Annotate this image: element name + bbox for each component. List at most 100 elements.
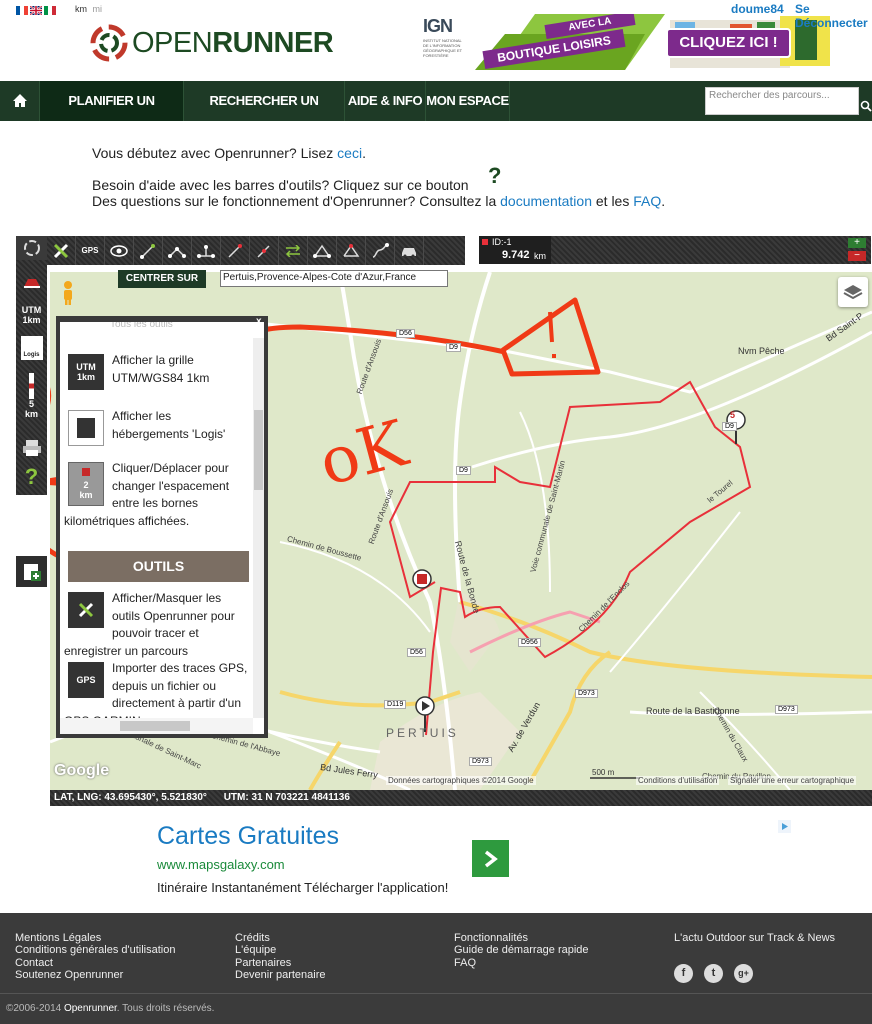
- footer-link-contact[interactable]: Contact: [15, 957, 175, 969]
- unit-km[interactable]: km: [75, 4, 87, 14]
- logis-icon: Logis: [20, 336, 43, 360]
- faq-link[interactable]: FAQ: [633, 193, 661, 209]
- report-error-link[interactable]: Signaler une erreur cartographique: [728, 776, 857, 785]
- utm-readout: UTM: 31 N 703221 4841136: [223, 792, 350, 803]
- scale-label: 500 m: [592, 768, 615, 777]
- road-badge-d956: D956: [518, 638, 541, 647]
- help-panel-content: Tous les outils UTM 1km Afficher la grill…: [60, 322, 264, 734]
- username-link[interactable]: doume84: [731, 2, 784, 16]
- footer-col-1: Mentions Légales Conditions générales d'…: [15, 932, 175, 981]
- side-help-button[interactable]: ?: [16, 464, 47, 490]
- center-location-input[interactable]: Pertuis,Provence-Alpes-Cote d'Azur,Franc…: [220, 270, 448, 287]
- toolbar-toggle[interactable]: [16, 236, 47, 260]
- boutique-banner[interactable]: AVEC LA BOUTIQUE LOISIRS CLIQUEZ ICI !: [475, 14, 835, 70]
- collapse-button[interactable]: −: [848, 251, 866, 261]
- move-point-icon[interactable]: [192, 236, 221, 265]
- flag-en-icon[interactable]: [30, 6, 42, 15]
- tools-section-header: OUTILS: [68, 551, 249, 582]
- ad-title[interactable]: Cartes Gratuites: [157, 822, 339, 851]
- ceci-link[interactable]: ceci: [337, 145, 362, 161]
- documentation-link[interactable]: documentation: [500, 193, 592, 209]
- unit-switch[interactable]: km mi: [75, 4, 102, 14]
- place-label-peche: Nvm Pêche: [738, 346, 785, 356]
- remove-last-icon[interactable]: [250, 236, 279, 265]
- search-icon[interactable]: [860, 100, 872, 112]
- insert-point-icon[interactable]: [163, 236, 192, 265]
- tools-toggle-button[interactable]: [47, 236, 76, 265]
- intro-line-3: Des questions sur le fonctionnement d'Op…: [92, 193, 666, 209]
- loop-route-icon[interactable]: [308, 236, 337, 265]
- nav-home[interactable]: [0, 81, 40, 121]
- footer-divider: [0, 993, 872, 994]
- nav-my-space[interactable]: MON ESPACE: [426, 81, 510, 121]
- gps-import-button[interactable]: GPS: [76, 236, 105, 265]
- layers-button[interactable]: [838, 277, 868, 307]
- footer-link-faq[interactable]: FAQ: [454, 957, 589, 969]
- openrunner-tools-icon: [23, 240, 40, 256]
- unit-mi[interactable]: mi: [93, 4, 103, 14]
- gps-icon: GPS: [68, 662, 104, 698]
- car-icon[interactable]: [395, 236, 424, 265]
- add-point-icon[interactable]: [134, 236, 163, 265]
- footer-link-team[interactable]: L'équipe: [235, 944, 326, 956]
- twitter-icon[interactable]: t: [704, 964, 723, 983]
- reverse-route-icon[interactable]: [279, 236, 308, 265]
- nav-plan-route[interactable]: PLANIFIER UN PARCOURS: [40, 81, 184, 148]
- footer-link-legal[interactable]: Mentions Légales: [15, 932, 175, 944]
- flag-fr-icon[interactable]: [16, 6, 28, 15]
- footer-link-become-partner[interactable]: Devenir partenaire: [235, 969, 326, 981]
- logis-button[interactable]: Logis: [16, 334, 47, 362]
- follow-road-icon[interactable]: [366, 236, 395, 265]
- utm-icon: UTM 1km: [68, 354, 104, 390]
- flag-it-icon[interactable]: [44, 6, 56, 15]
- road-badge-d973a: D973: [575, 689, 598, 698]
- printer-icon: [22, 440, 41, 456]
- help-question-button[interactable]: ?: [488, 163, 501, 189]
- center-on-button[interactable]: CENTRER SUR: [118, 270, 206, 288]
- banner-cta-button[interactable]: CLIQUEZ ICI !: [666, 28, 791, 58]
- nav-search-route[interactable]: RECHERCHER UN PARCOURS: [184, 81, 345, 148]
- road-badge-d56b: D56: [407, 648, 426, 657]
- utm-grid-button[interactable]: UTM 1km: [16, 302, 47, 328]
- route-distance-unit: km: [534, 251, 546, 261]
- help-horizontal-scrollbar[interactable]: [60, 718, 253, 734]
- terms-link[interactable]: Conditions d'utilisation: [636, 776, 720, 785]
- help-item-logis: Afficher les hébergements 'Logis': [64, 408, 250, 446]
- footer-link-credits[interactable]: Crédits: [235, 932, 326, 944]
- km-marker-button[interactable]: 5 km: [16, 368, 47, 424]
- nav-help[interactable]: AIDE & INFO: [345, 81, 426, 121]
- expand-button[interactable]: +: [848, 238, 866, 248]
- google-plus-icon[interactable]: g+: [734, 964, 753, 983]
- footer-link-quickstart[interactable]: Guide de démarrage rapide: [454, 944, 589, 956]
- help-vertical-scrollbar[interactable]: [253, 338, 264, 718]
- round-trip-icon[interactable]: [337, 236, 366, 265]
- road-badge-d9a: D9: [446, 343, 461, 352]
- logo-text: OPENRUNNER: [132, 27, 334, 59]
- openrunner-logo-icon: [90, 24, 128, 62]
- adchoices-icon[interactable]: [778, 820, 791, 833]
- marker-tool-button[interactable]: [16, 270, 47, 294]
- add-route-button[interactable]: [16, 556, 47, 587]
- street-view-icon[interactable]: [60, 280, 76, 306]
- remove-point-icon[interactable]: [221, 236, 250, 265]
- map-toolbar: GPS: [47, 236, 465, 265]
- logis-icon: [68, 410, 104, 446]
- footer-link-support[interactable]: Soutenez Openrunner: [15, 969, 175, 981]
- ad-go-button[interactable]: [472, 840, 509, 877]
- help-panel: Tous les outils UTM 1km Afficher la grill…: [56, 316, 268, 738]
- eye-icon[interactable]: [105, 236, 134, 265]
- facebook-icon[interactable]: f: [674, 964, 693, 983]
- help-item-utm: UTM 1km Afficher la grille UTM/WGS84 1km: [64, 352, 250, 390]
- road-badge-d973c: D973: [469, 757, 492, 766]
- logout-link[interactable]: Se Déconnecter: [795, 2, 872, 30]
- print-button[interactable]: [16, 436, 47, 460]
- help-close-icon[interactable]: x: [256, 316, 262, 327]
- km-slider-icon: [29, 373, 34, 399]
- footer-track-news[interactable]: L'actu Outdoor sur Track & News: [674, 932, 835, 944]
- ad-url[interactable]: www.mapsgalaxy.com: [157, 857, 285, 872]
- footer-link-features[interactable]: Fonctionnalités: [454, 932, 589, 944]
- route-search-input[interactable]: Rechercher des parcours...: [705, 87, 859, 115]
- road-label-bastidonne: Route de la Bastidonne: [646, 706, 740, 716]
- footer-link-partners[interactable]: Partenaires: [235, 957, 326, 969]
- footer-link-terms[interactable]: Conditions générales d'utilisation: [15, 944, 175, 956]
